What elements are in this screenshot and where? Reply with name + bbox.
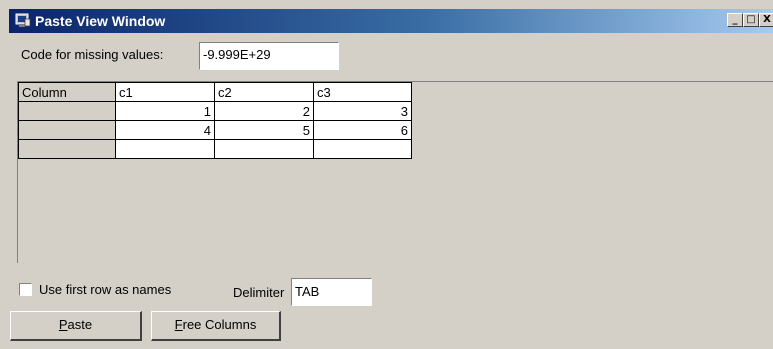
data-grid: Column c1 c2 c3 1 2 3 4 5 6 — [18, 82, 412, 159]
paste-button[interactable]: Paste — [10, 311, 142, 341]
delimiter-label: Delimiter — [233, 285, 285, 300]
missing-values-value: -9.999E+29 — [203, 47, 271, 62]
window-app-icon — [15, 13, 31, 27]
use-first-row-checkbox[interactable] — [19, 283, 32, 296]
window-title: Paste View Window — [35, 13, 166, 29]
grid-cell[interactable] — [115, 139, 215, 159]
column-header-corner: Column — [18, 82, 116, 102]
grid-header-row: Column c1 c2 c3 — [18, 82, 412, 102]
column-header-c1[interactable]: c1 — [115, 82, 215, 102]
free-columns-label: ree Columns — [182, 317, 257, 332]
minimize-button[interactable]: _ — [727, 13, 743, 27]
column-header-c2[interactable]: c2 — [214, 82, 314, 102]
row-header[interactable] — [18, 120, 116, 140]
table-row — [18, 139, 412, 159]
paste-mnemonic: P — [58, 317, 68, 332]
grid-cell[interactable]: 5 — [214, 120, 314, 140]
maximize-button[interactable]: □ — [743, 13, 759, 27]
data-grid-area[interactable]: Column c1 c2 c3 1 2 3 4 5 6 — [17, 81, 773, 263]
grid-cell[interactable]: 1 — [115, 101, 215, 121]
row-header[interactable] — [18, 139, 116, 159]
delimiter-input[interactable]: TAB — [291, 278, 372, 306]
free-columns-button[interactable]: Free Columns — [151, 311, 281, 341]
column-header-c3[interactable]: c3 — [313, 82, 412, 102]
row-header[interactable] — [18, 101, 116, 121]
missing-values-label: Code for missing values: — [21, 47, 164, 62]
missing-values-input[interactable]: -9.999E+29 — [199, 42, 339, 70]
grid-cell[interactable]: 3 — [313, 101, 412, 121]
title-bar[interactable]: Paste View Window _ □ X — [9, 9, 773, 33]
paste-label: aste — [67, 317, 93, 332]
grid-cell[interactable]: 4 — [115, 120, 215, 140]
delimiter-value: TAB — [295, 284, 320, 299]
table-row: 4 5 6 — [18, 120, 412, 140]
free-columns-mnemonic: F — [174, 317, 183, 332]
table-row: 1 2 3 — [18, 101, 412, 121]
use-first-row-label: Use first row as names — [39, 282, 172, 297]
close-button[interactable]: X — [759, 13, 773, 27]
grid-cell[interactable]: 2 — [214, 101, 314, 121]
grid-cell[interactable] — [214, 139, 314, 159]
grid-cell[interactable] — [313, 139, 412, 159]
grid-cell[interactable]: 6 — [313, 120, 412, 140]
